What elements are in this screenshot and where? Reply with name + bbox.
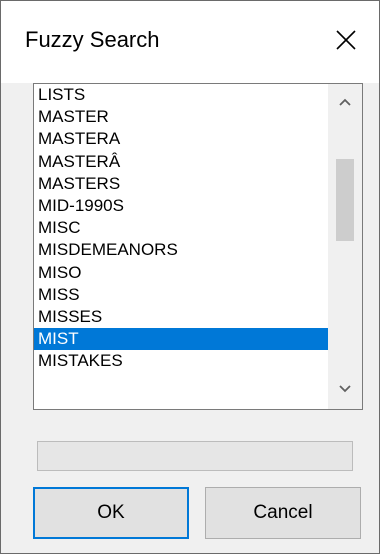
title-bar: Fuzzy Search — [1, 1, 379, 83]
list-item[interactable]: MISTAKES — [34, 350, 328, 372]
list-item[interactable]: MID-1990S — [34, 195, 328, 217]
ok-button[interactable]: OK — [33, 487, 189, 539]
list-item[interactable]: MISO — [34, 262, 328, 284]
scroll-up-button[interactable] — [328, 86, 362, 120]
list-item[interactable]: MASTERÂ — [34, 151, 328, 173]
list-item[interactable]: MISC — [34, 217, 328, 239]
cancel-button[interactable]: Cancel — [205, 487, 361, 539]
list-item[interactable]: MISSES — [34, 306, 328, 328]
list-item[interactable]: MISS — [34, 284, 328, 306]
list-item[interactable]: MISDEMEANORS — [34, 239, 328, 261]
scroll-down-button[interactable] — [328, 373, 362, 407]
vertical-scrollbar[interactable] — [328, 84, 362, 409]
results-listbox[interactable]: LISTS MASTER MASTERA MASTERÂ MASTERS MID-1990… — [33, 83, 363, 410]
close-button[interactable] — [313, 1, 379, 83]
fuzzy-search-dialog: Fuzzy Search LISTS MASTER MASTERA MASTERÂ MA… — [0, 0, 380, 554]
list-item[interactable]: MIST — [34, 328, 328, 351]
results-list: LISTS MASTER MASTERA MASTERÂ MASTERS MID-1990… — [34, 84, 328, 409]
list-item[interactable]: LISTS — [34, 84, 328, 106]
status-progress-bar — [37, 441, 353, 471]
list-item[interactable]: MASTER — [34, 106, 328, 128]
close-icon — [336, 30, 356, 50]
chevron-down-icon — [339, 385, 351, 393]
scrollbar-thumb[interactable] — [336, 159, 354, 241]
list-item[interactable]: MASTERA — [34, 128, 328, 150]
dialog-title: Fuzzy Search — [25, 27, 160, 52]
chevron-up-icon — [339, 98, 351, 106]
list-item[interactable]: MASTERS — [34, 173, 328, 195]
